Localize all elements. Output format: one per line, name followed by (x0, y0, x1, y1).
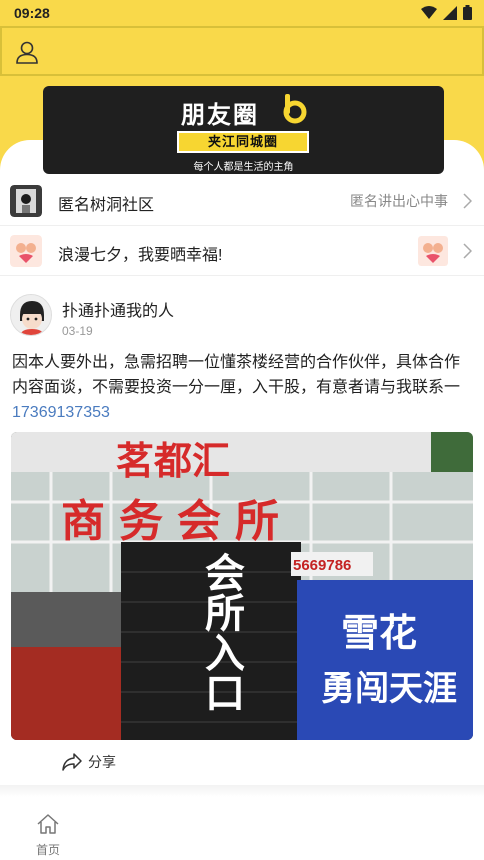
qixi-topic-row[interactable]: 浪漫七夕，我要晒幸福! (0, 226, 484, 276)
row-label: 浪漫七夕，我要晒幸福! (58, 247, 223, 264)
phone-link[interactable]: 17369137353 (12, 404, 110, 421)
post-body: 因本人要外出，急需招聘一位懂茶楼经营的合作伙伴，具体合作内容面谈，不需要投资一分… (12, 350, 474, 425)
clubhouse-photo: 茗都汇 商务会所 5669786 会所入口 雪花 勇闯天涯 (11, 432, 473, 740)
couple-icon (10, 235, 42, 267)
share-button[interactable]: 分享 (62, 752, 116, 772)
tab-home[interactable]: 首页 (30, 814, 66, 858)
status-icons (421, 5, 472, 20)
home-icon (37, 814, 59, 834)
chevron-right-icon (463, 193, 472, 209)
photo-door-sign: 会所入口 (198, 552, 245, 712)
share-icon (62, 753, 82, 771)
post-author[interactable]: 扑通扑通我的人 (62, 297, 174, 321)
photo-banner-slogan: 勇闯天涯 (321, 669, 457, 709)
avatar-image (11, 295, 51, 335)
tab-home-label: 首页 (35, 843, 60, 857)
chevron-right-icon (463, 243, 472, 259)
share-label: 分享 (88, 754, 116, 770)
post-photo[interactable]: 茗都汇 商务会所 5669786 会所入口 雪花 勇闯天涯 (11, 432, 473, 740)
battery-icon (463, 5, 472, 20)
photo-phone-fragment: 5669786 (293, 557, 351, 574)
signal-icon (443, 5, 457, 20)
post-text: 因本人要外出，急需招聘一位懂茶楼经营的合作伙伴，具体合作内容面谈，不需要投资一分… (12, 354, 461, 396)
banner-subtitle: 夹江同城圈 (177, 131, 309, 153)
photo-sign-main: 商务会所 (61, 497, 293, 546)
status-time: 09:28 (14, 5, 50, 21)
photo-banner-brand: 雪花 (341, 611, 417, 655)
banner-slogan: 每个人都是生活的主角 (193, 162, 294, 173)
hole-icon (10, 185, 42, 217)
photo-sign-top: 茗都汇 (116, 441, 230, 483)
avatar[interactable] (10, 294, 52, 336)
status-bar: 09:28 (0, 0, 484, 26)
wifi-icon (421, 5, 437, 19)
banner-title: 朋友圈 (181, 102, 259, 129)
row-right-text: 匿名讲出心中事 (350, 193, 448, 209)
user-icon[interactable] (14, 39, 40, 65)
bubble-logo-icon (283, 94, 307, 124)
banner[interactable]: 朋友圈 夹江同城圈 每个人都是生活的主角 (43, 86, 444, 174)
footer-separator (0, 785, 484, 797)
post-date: 03-19 (62, 324, 93, 338)
top-bar (0, 26, 484, 76)
anonymous-community-row[interactable]: 匿名树洞社区 匿名讲出心中事 (0, 176, 484, 226)
bottom-tab-bar: 首页 (0, 800, 484, 860)
couple-thumbnail-icon (418, 236, 448, 266)
row-label: 匿名树洞社区 (58, 197, 155, 214)
